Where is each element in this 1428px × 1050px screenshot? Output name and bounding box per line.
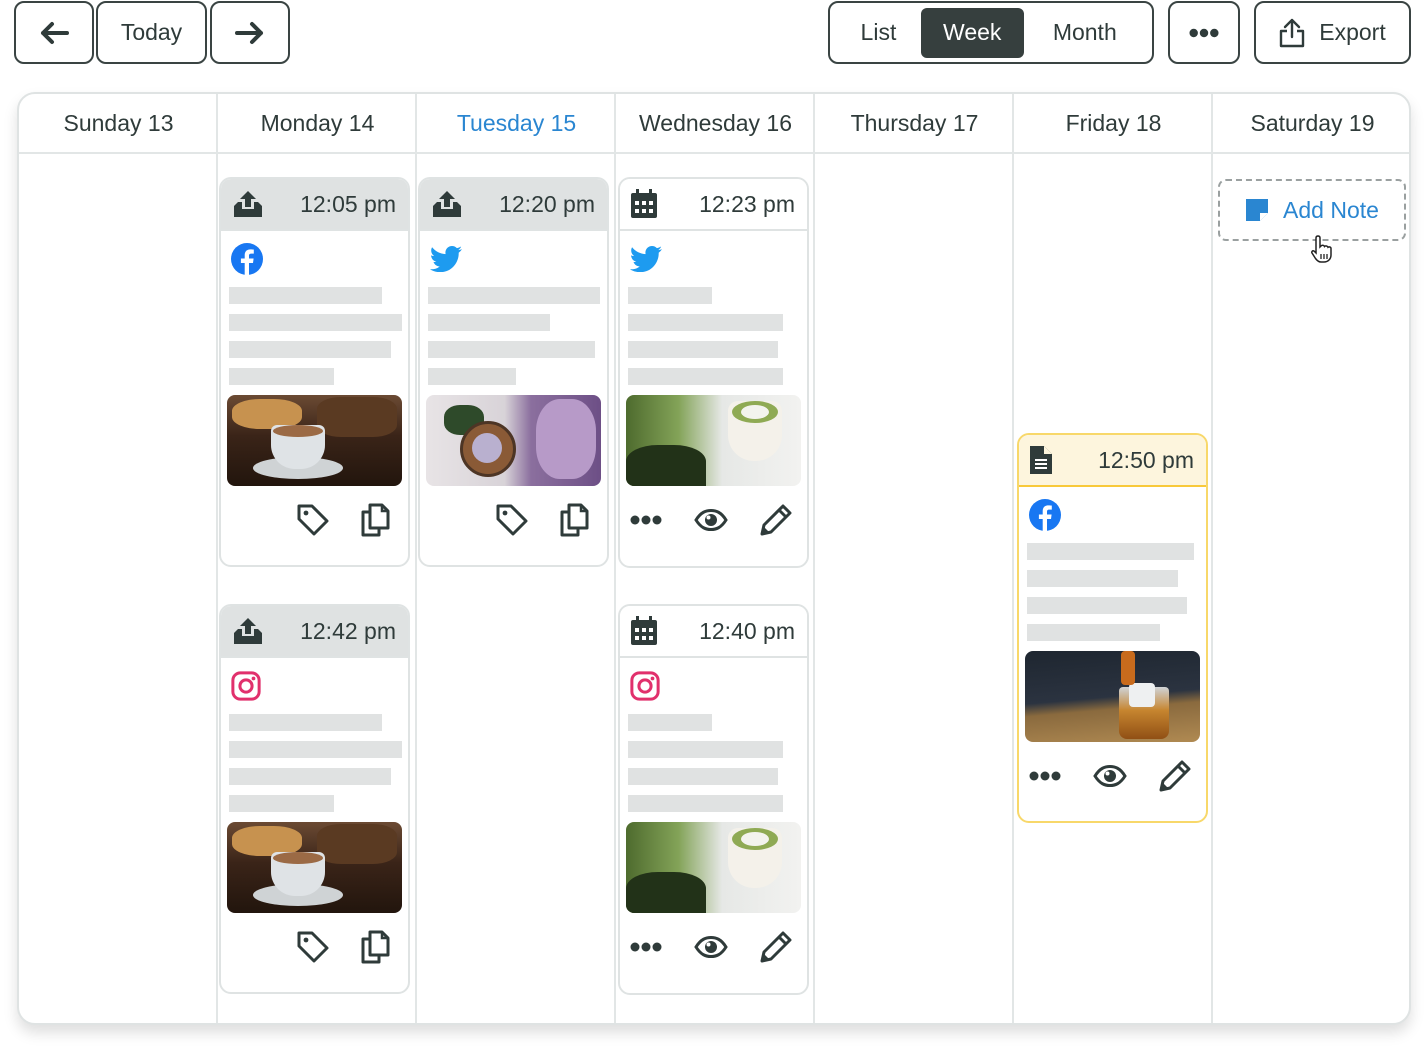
- post-image-matcha: [626, 822, 801, 913]
- tag-icon[interactable]: [495, 503, 529, 537]
- preview-eye-icon[interactable]: [694, 936, 728, 958]
- facebook-icon: [231, 243, 263, 275]
- upload-tray-icon: [430, 190, 464, 218]
- ellipsis-icon: [1189, 28, 1219, 38]
- edit-pencil-icon[interactable]: [759, 503, 793, 537]
- more-icon[interactable]: [630, 942, 662, 952]
- twitter-icon: [430, 246, 462, 272]
- text-placeholder: [221, 287, 408, 385]
- post-card[interactable]: 12:05 pm: [219, 177, 410, 567]
- edit-pencil-icon[interactable]: [1158, 759, 1192, 793]
- add-note-label: Add Note: [1283, 196, 1379, 223]
- calendar-icon: [630, 616, 658, 646]
- more-icon[interactable]: [1029, 771, 1061, 781]
- column-divider: [1211, 94, 1213, 1023]
- card-header: 12:23 pm: [620, 179, 807, 231]
- preview-eye-icon[interactable]: [694, 509, 728, 531]
- text-placeholder: [221, 714, 408, 812]
- post-time: 12:42 pm: [300, 617, 396, 644]
- text-placeholder: [620, 287, 807, 385]
- post-image-lilac: [426, 395, 601, 486]
- post-image-matcha: [626, 395, 801, 486]
- text-placeholder: [620, 714, 807, 812]
- add-note-button[interactable]: Add Note: [1218, 179, 1406, 241]
- edit-pencil-icon[interactable]: [759, 930, 793, 964]
- facebook-icon: [1029, 499, 1061, 531]
- previous-week-button[interactable]: [14, 1, 94, 64]
- post-card-draft[interactable]: 12:50 pm: [1017, 433, 1208, 823]
- day-header-wednesday: Wednesday 16: [638, 109, 792, 136]
- day-header-saturday: Saturday 19: [1250, 109, 1375, 136]
- tag-icon[interactable]: [296, 930, 330, 964]
- post-time: 12:20 pm: [499, 190, 595, 217]
- day-header-sunday: Sunday 13: [63, 109, 174, 136]
- upload-tray-icon: [231, 190, 265, 218]
- card-header: 12:20 pm: [420, 179, 607, 231]
- post-time: 12:05 pm: [300, 190, 396, 217]
- upload-tray-icon: [231, 617, 265, 645]
- arrow-right-icon: [235, 21, 263, 44]
- more-options-button[interactable]: [1168, 1, 1240, 64]
- copy-icon[interactable]: [360, 930, 390, 964]
- column-divider: [614, 94, 616, 1023]
- post-time: 12:40 pm: [699, 617, 795, 644]
- arrow-left-icon: [41, 21, 69, 44]
- text-placeholder: [1019, 543, 1206, 641]
- today-button[interactable]: Today: [96, 1, 207, 64]
- day-header-friday: Friday 18: [1065, 109, 1162, 136]
- post-card[interactable]: 12:20 pm: [418, 177, 609, 567]
- card-header: 12:50 pm: [1019, 435, 1206, 487]
- export-button[interactable]: Export: [1254, 1, 1411, 64]
- post-image-whiskey: [1025, 651, 1200, 742]
- instagram-icon: [630, 671, 660, 701]
- sticky-note-icon: [1246, 199, 1269, 221]
- post-card[interactable]: 12:40 pm: [618, 604, 809, 995]
- twitter-icon: [630, 246, 662, 272]
- post-image-cappuccino: [227, 822, 402, 913]
- post-card[interactable]: 12:23 pm: [618, 177, 809, 568]
- view-tab-month[interactable]: Month: [1024, 8, 1146, 58]
- header-divider: [19, 152, 1409, 154]
- copy-icon[interactable]: [360, 503, 390, 537]
- text-placeholder: [420, 287, 607, 385]
- calendar-icon: [630, 189, 658, 219]
- post-time: 12:50 pm: [1098, 446, 1194, 473]
- preview-eye-icon[interactable]: [1093, 765, 1127, 787]
- view-tab-list[interactable]: List: [836, 8, 921, 58]
- post-image-cappuccino: [227, 395, 402, 486]
- next-week-button[interactable]: [210, 1, 290, 64]
- day-header-monday: Monday 14: [260, 109, 375, 136]
- copy-icon[interactable]: [559, 503, 589, 537]
- post-time: 12:23 pm: [699, 190, 795, 217]
- card-header: 12:05 pm: [221, 179, 408, 231]
- share-upload-icon: [1280, 18, 1305, 47]
- tag-icon[interactable]: [296, 503, 330, 537]
- card-header: 12:42 pm: [221, 606, 408, 658]
- day-header-tuesday: Tuesday 15: [456, 109, 577, 136]
- instagram-icon: [231, 671, 261, 701]
- day-header-thursday: Thursday 17: [850, 109, 979, 136]
- view-switcher: List Week Month: [828, 1, 1154, 64]
- document-icon: [1029, 445, 1053, 475]
- column-divider: [1012, 94, 1014, 1023]
- hand-cursor-icon: [1311, 235, 1332, 263]
- view-tab-week[interactable]: Week: [920, 7, 1024, 58]
- column-divider: [813, 94, 815, 1023]
- today-label: Today: [120, 19, 183, 45]
- more-icon[interactable]: [630, 515, 662, 525]
- column-divider: [216, 94, 218, 1023]
- post-card[interactable]: 12:42 pm: [219, 604, 410, 994]
- card-header: 12:40 pm: [620, 606, 807, 658]
- column-divider: [415, 94, 417, 1023]
- export-label: Export: [1319, 19, 1386, 45]
